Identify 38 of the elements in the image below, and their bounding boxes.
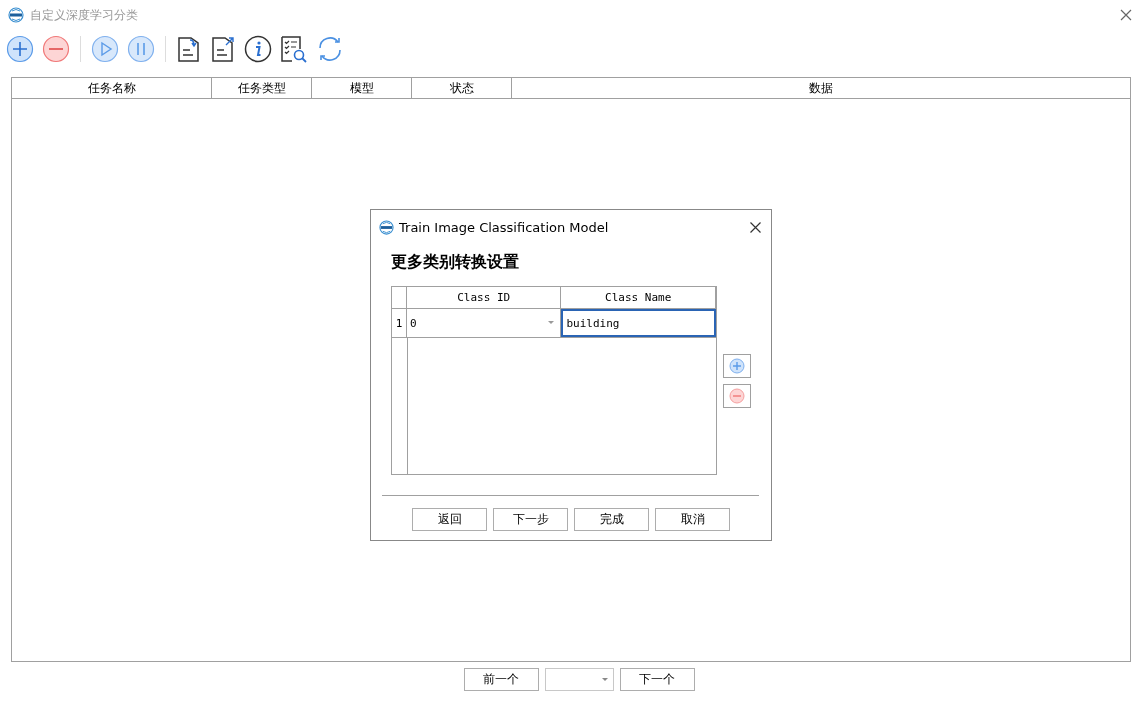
add-icon — [729, 358, 745, 374]
column-header[interactable]: Class Name — [561, 287, 716, 308]
column-header[interactable]: Class ID — [406, 287, 562, 308]
window-title: 自定义深度学习分类 — [30, 6, 138, 24]
import-icon[interactable] — [176, 35, 202, 63]
refresh-icon[interactable] — [316, 35, 344, 63]
column-header[interactable]: 模型 — [312, 78, 412, 98]
caret-icon — [601, 677, 608, 682]
remove-row-button[interactable] — [723, 384, 751, 408]
export-icon[interactable] — [210, 35, 236, 63]
checklist-search-icon[interactable] — [280, 35, 308, 63]
class-id-dropdown[interactable]: 0 — [406, 309, 562, 337]
column-header[interactable]: 数据 — [512, 78, 1130, 98]
caret-icon — [548, 321, 555, 325]
column-header[interactable]: 任务类型 — [212, 78, 312, 98]
dialog-title: Train Image Classification Model — [399, 219, 609, 235]
dialog-heading: 更多类别转换设置 — [391, 252, 520, 273]
info-icon[interactable] — [244, 35, 272, 63]
close-icon[interactable] — [1120, 9, 1132, 21]
previous-button[interactable]: 前一个 — [463, 668, 539, 691]
class-name-field[interactable]: building — [561, 309, 716, 337]
add-icon[interactable] — [6, 35, 34, 63]
next-button[interactable]: 下一个 — [619, 668, 695, 691]
column-header[interactable]: 任务名称 — [12, 78, 212, 98]
remove-icon[interactable] — [42, 35, 70, 63]
logo-icon — [379, 219, 394, 235]
dialog-button[interactable]: 完成 — [574, 508, 649, 531]
close-icon[interactable] — [750, 221, 761, 233]
add-row-button[interactable] — [723, 354, 751, 378]
dialog-button[interactable]: 取消 — [655, 508, 730, 531]
play-icon[interactable] — [91, 35, 119, 63]
column-header[interactable]: 状态 — [412, 78, 512, 98]
pause-icon[interactable] — [127, 35, 155, 63]
row-number: 1 — [392, 309, 407, 337]
remove-icon — [729, 388, 745, 404]
dialog-button[interactable]: 返回 — [412, 508, 487, 531]
logo-icon — [8, 7, 24, 23]
dialog-button[interactable]: 下一步 — [493, 508, 568, 531]
